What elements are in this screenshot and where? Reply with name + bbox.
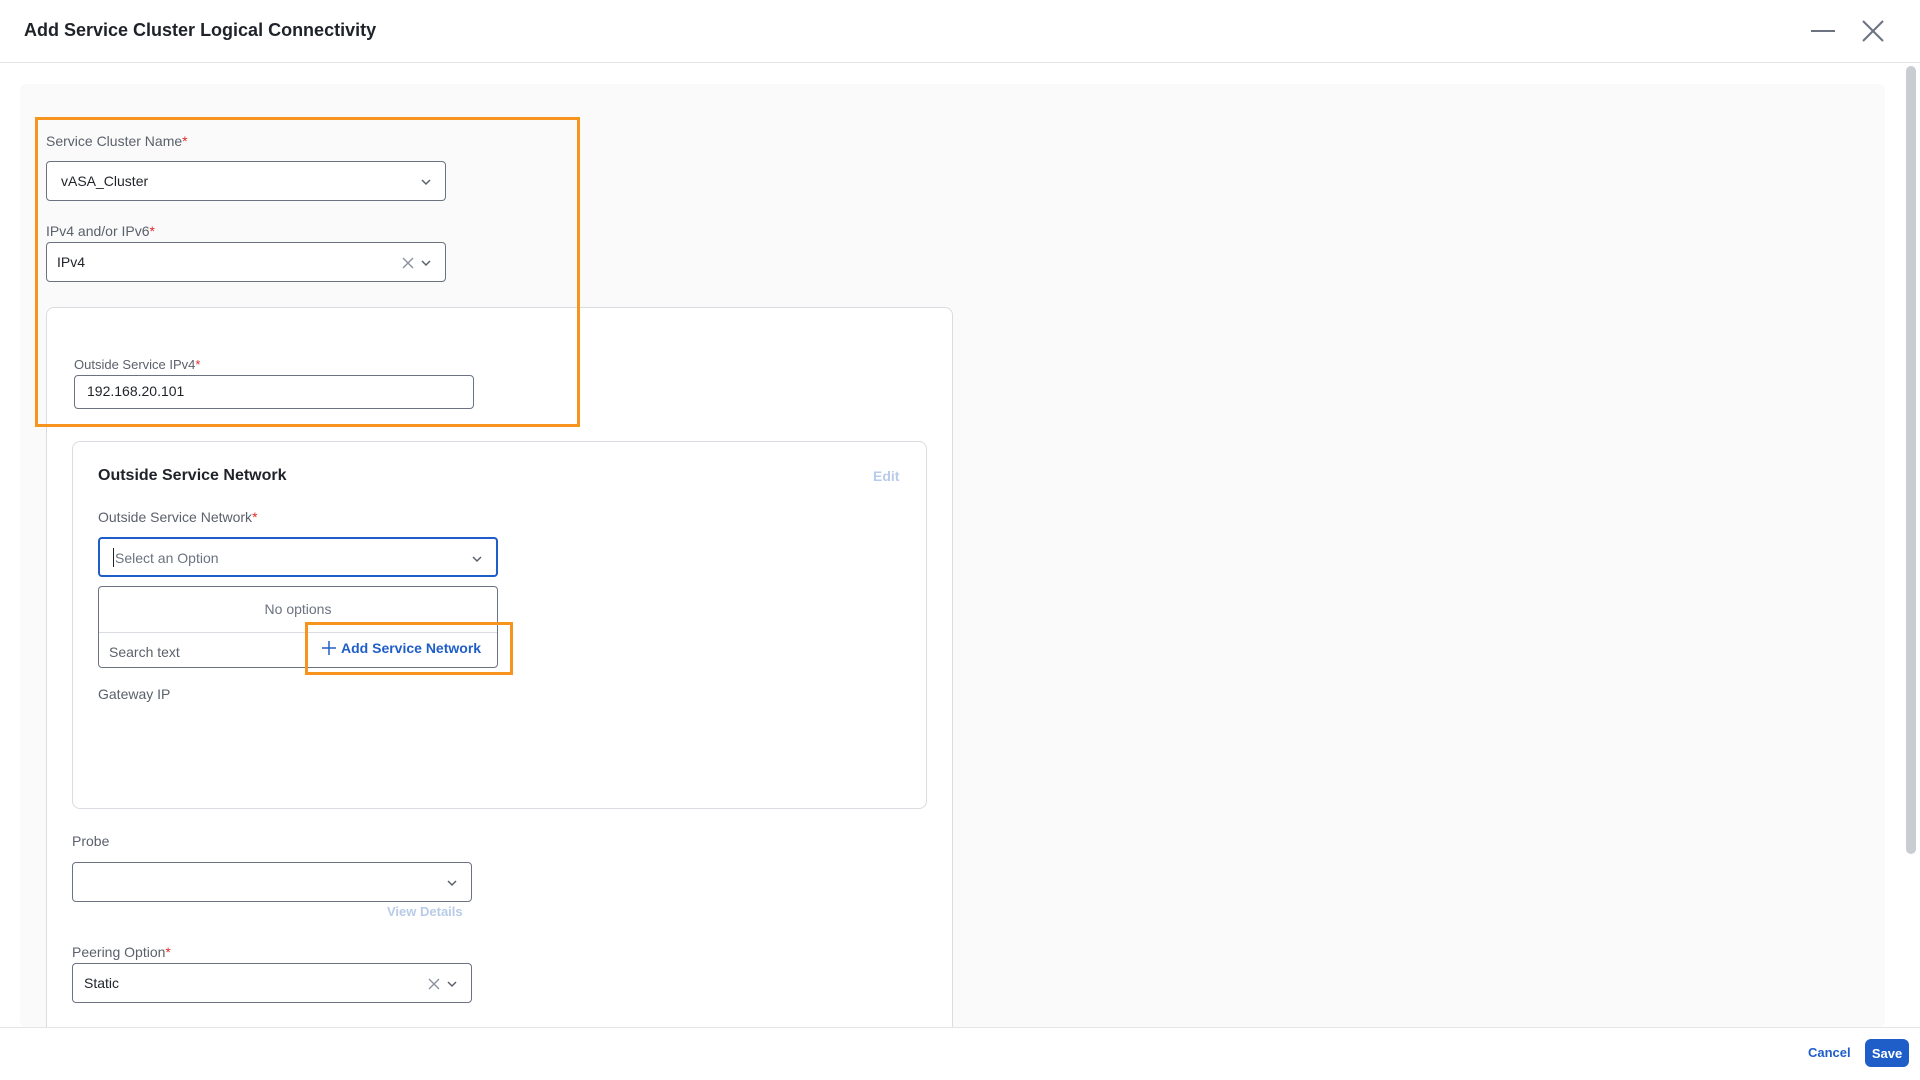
gateway-ip-label: Gateway IP	[98, 686, 171, 702]
ip-version-value: IPv4	[57, 254, 86, 270]
no-options-text: No options	[264, 601, 332, 617]
outside-service-network-select[interactable]: Select an Option	[98, 537, 498, 577]
peering-option-select[interactable]: Static	[72, 963, 472, 1003]
ip-version-label: IPv4 and/or IPv6*	[46, 223, 155, 239]
scrollbar[interactable]	[1906, 66, 1916, 854]
dropdown-divider	[99, 632, 497, 633]
add-service-network-label: Add Service Network	[341, 640, 482, 656]
save-button[interactable]: Save	[1865, 1039, 1909, 1067]
chevron-down-icon	[472, 556, 482, 563]
outside-service-ipv4-input[interactable]: 192.168.20.101	[74, 375, 474, 409]
clear-icon[interactable]	[427, 977, 441, 991]
add-service-network-button[interactable]: Add Service Network	[321, 635, 481, 661]
network-dropdown-menu: No options Search text Add Service Netwo…	[98, 586, 498, 668]
chevron-down-icon	[447, 880, 457, 887]
peering-option-label: Peering Option*	[72, 944, 171, 960]
outside-service-network-placeholder: Select an Option	[115, 550, 219, 566]
chevron-down-icon	[421, 179, 431, 186]
dialog-footer: Cancel Save	[0, 1027, 1920, 1080]
chevron-down-icon	[447, 981, 457, 988]
service-cluster-name-label: Service Cluster Name*	[46, 133, 188, 149]
cancel-button[interactable]: Cancel	[1808, 1045, 1851, 1060]
dropdown-search-input[interactable]: Search text	[109, 644, 180, 660]
chevron-down-icon	[421, 260, 431, 267]
ip-version-select[interactable]: IPv4	[46, 242, 446, 282]
text-cursor	[113, 548, 114, 567]
outside-service-ipv4-label: Outside Service IPv4*	[74, 357, 201, 372]
outside-service-network-title: Outside Service Network	[98, 467, 287, 484]
peering-option-value: Static	[84, 975, 120, 991]
edit-link[interactable]: Edit	[873, 468, 899, 484]
probe-view-details-link[interactable]: View Details	[387, 904, 463, 919]
plus-icon	[322, 641, 336, 655]
probe-select[interactable]	[72, 862, 472, 902]
service-cluster-name-select[interactable]: vASA_Cluster	[46, 161, 446, 201]
clear-icon[interactable]	[401, 256, 415, 270]
outside-service-network-label: Outside Service Network*	[98, 509, 258, 525]
dialog-body: Service Cluster Name* vASA_Cluster IPv4 …	[0, 0, 1920, 1027]
probe-label: Probe	[72, 833, 110, 849]
service-cluster-name-value: vASA_Cluster	[61, 173, 149, 189]
